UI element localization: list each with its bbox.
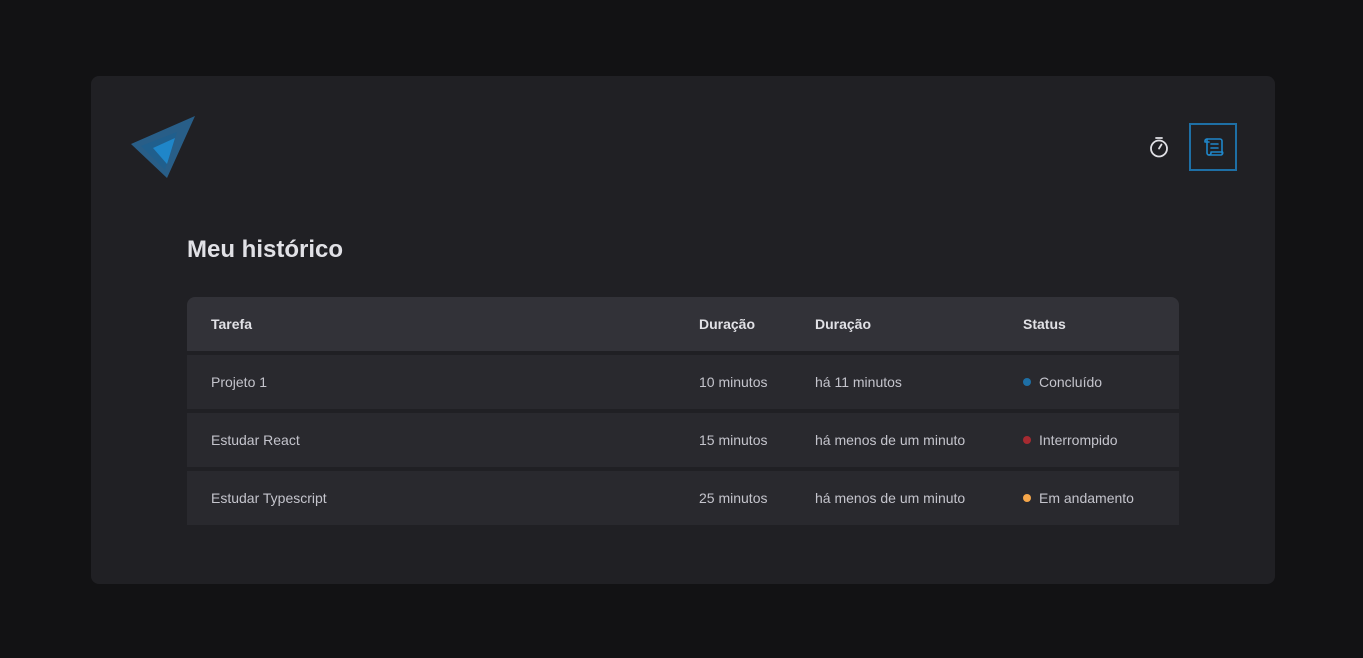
app-container: Meu histórico Tarefa Duração Duração Sta… xyxy=(91,76,1275,584)
table-header-row: Tarefa Duração Duração Status xyxy=(187,297,1179,351)
scroll-icon xyxy=(1204,138,1224,156)
status-cell: Em andamento xyxy=(1023,471,1179,525)
task-cell: Projeto 1 xyxy=(187,355,699,409)
started-cell: há menos de um minuto xyxy=(815,413,1023,467)
table-row: Estudar Typescript 25 minutos há menos d… xyxy=(187,471,1179,525)
task-cell: Estudar React xyxy=(187,413,699,467)
status-dot-icon xyxy=(1023,378,1031,386)
timer-icon xyxy=(1150,137,1168,158)
header-task: Tarefa xyxy=(187,297,699,351)
page-title: Meu histórico xyxy=(187,236,344,263)
table-row: Estudar React 15 minutos há menos de um … xyxy=(187,413,1179,467)
header xyxy=(91,76,1275,196)
started-cell: há menos de um minuto xyxy=(815,471,1023,525)
status-label: Concluído xyxy=(1039,374,1103,390)
status-label: Interrompido xyxy=(1039,432,1118,448)
history-nav-button[interactable] xyxy=(1189,123,1237,171)
status-cell: Interrompido xyxy=(1023,413,1179,467)
timer-nav-button[interactable] xyxy=(1135,123,1183,171)
status-cell: Concluído xyxy=(1023,355,1179,409)
duration-cell: 25 minutos xyxy=(699,471,815,525)
logo-icon xyxy=(131,116,195,178)
header-started: Duração xyxy=(815,297,1023,351)
started-cell: há 11 minutos xyxy=(815,355,1023,409)
history-table-container: Tarefa Duração Duração Status Projeto 1 … xyxy=(187,297,1179,529)
status-dot-icon xyxy=(1023,494,1031,502)
task-cell: Estudar Typescript xyxy=(187,471,699,525)
header-duration: Duração xyxy=(699,297,815,351)
status-dot-icon xyxy=(1023,436,1031,444)
duration-cell: 10 minutos xyxy=(699,355,815,409)
status-label: Em andamento xyxy=(1039,490,1134,506)
main-nav xyxy=(1135,123,1237,171)
table-row: Projeto 1 10 minutos há 11 minutos Concl… xyxy=(187,355,1179,409)
history-table: Tarefa Duração Duração Status Projeto 1 … xyxy=(187,293,1179,529)
duration-cell: 15 minutos xyxy=(699,413,815,467)
header-status: Status xyxy=(1023,297,1179,351)
